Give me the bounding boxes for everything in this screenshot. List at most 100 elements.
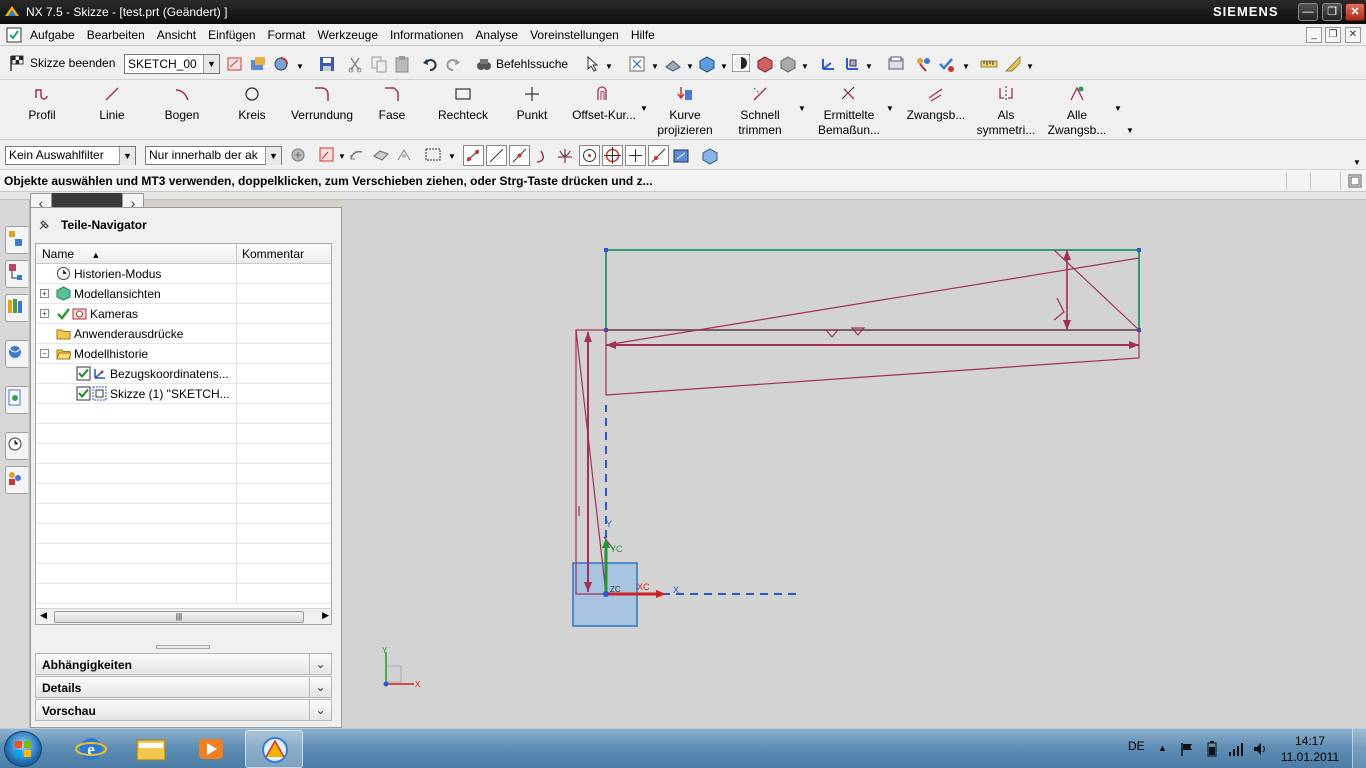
- selection-icon[interactable]: [584, 55, 602, 73]
- expand-icon[interactable]: +: [40, 289, 49, 298]
- fit-view-icon[interactable]: [628, 55, 646, 73]
- rectangle-vertex[interactable]: [604, 248, 608, 252]
- chevron-down-icon[interactable]: ▼: [265, 147, 281, 165]
- tree-row-anwenderausdruecke[interactable]: Anwenderausdrücke: [36, 324, 331, 344]
- menu-einfuegen[interactable]: Einfügen: [202, 28, 261, 42]
- sketch-name-select[interactable]: SKETCH_00 ▼: [124, 54, 220, 74]
- dependencies-panel-header[interactable]: Abhängigkeiten ⌄: [35, 653, 332, 675]
- tree-row-kameras[interactable]: + Kameras: [36, 304, 331, 324]
- start-button[interactable]: [4, 731, 42, 767]
- snap-endpoint-button[interactable]: [463, 145, 484, 166]
- make-symmetric-button[interactable]: Als symmetri...: [972, 84, 1040, 137]
- network-signal-icon[interactable]: [1228, 741, 1244, 757]
- fase-button[interactable]: Fase: [366, 84, 418, 136]
- finish-sketch-button[interactable]: Skizze beenden: [8, 54, 115, 72]
- origin-point[interactable]: [603, 591, 609, 597]
- diagonal-leg-line[interactable]: [575, 329, 607, 595]
- sketch-canvas[interactable]: YC Y XC X ZC Y X: [342, 200, 1366, 728]
- roles-tab[interactable]: [5, 466, 28, 494]
- show-all-constraints-button[interactable]: Alle Zwangsb...: [1042, 84, 1112, 137]
- chevron-down-icon[interactable]: ▼: [1026, 62, 1034, 71]
- doc-close-button[interactable]: ✕: [1345, 27, 1361, 43]
- menu-analyse[interactable]: Analyse: [469, 28, 524, 42]
- wcs-icon[interactable]: [819, 55, 837, 73]
- menu-informationen[interactable]: Informationen: [384, 28, 469, 42]
- chevron-down-icon[interactable]: ▼: [640, 104, 648, 113]
- tree-row-modellansichten[interactable]: + Modellansichten: [36, 284, 331, 304]
- history-tab[interactable]: [5, 386, 28, 414]
- constraint-symbol[interactable]: [1053, 297, 1065, 321]
- doc-minimize-button[interactable]: _: [1306, 27, 1322, 43]
- shaded-edges-icon[interactable]: [732, 54, 750, 72]
- chevron-down-icon[interactable]: ▼: [448, 152, 456, 161]
- menu-werkzeuge[interactable]: Werkzeuge: [312, 28, 384, 42]
- volume-icon[interactable]: [1252, 741, 1268, 757]
- profil-button[interactable]: Profil: [14, 84, 70, 136]
- tree-row-skizze[interactable]: Skizze (1) "SKETCH...: [36, 384, 331, 404]
- save-icon[interactable]: [318, 55, 336, 73]
- chevron-down-icon[interactable]: ▼: [1114, 104, 1122, 113]
- chevron-down-icon[interactable]: ▼: [798, 104, 806, 113]
- menu-voreinstellungen[interactable]: Voreinstellungen: [524, 28, 625, 42]
- reset-filter-icon[interactable]: [289, 146, 307, 164]
- constraint-symbol[interactable]: [850, 327, 866, 336]
- taskbar-nx[interactable]: [245, 730, 303, 768]
- chevron-down-icon[interactable]: ▼: [962, 62, 970, 71]
- graphics-window[interactable]: YC Y XC X ZC Y X: [342, 200, 1366, 728]
- chevron-down-icon[interactable]: ⌄: [309, 699, 331, 721]
- minimize-button[interactable]: —: [1298, 3, 1318, 21]
- tree-row-modellhistorie[interactable]: − Modellhistorie: [36, 344, 331, 364]
- cut-icon[interactable]: [346, 55, 364, 73]
- splitter-handle[interactable]: [156, 645, 210, 649]
- chevron-down-icon[interactable]: ▼: [886, 104, 894, 113]
- selection-intent-icon[interactable]: [318, 146, 336, 164]
- scroll-right-icon[interactable]: ▶: [322, 610, 329, 621]
- status-toggle-icon[interactable]: [1348, 174, 1362, 188]
- snap-quadrant-button[interactable]: [602, 145, 623, 166]
- quick-trim-button[interactable]: Schnell trimmen: [728, 84, 792, 137]
- inferred-dimension-button[interactable]: Ermittelte Bemaßun...: [812, 84, 886, 137]
- snap-curve-icon[interactable]: [533, 147, 551, 165]
- select-feature-icon[interactable]: [395, 146, 413, 164]
- chevron-down-icon[interactable]: ▼: [119, 147, 135, 165]
- layer-icon[interactable]: [887, 55, 905, 73]
- chevron-down-icon[interactable]: ▼: [686, 62, 694, 71]
- chevron-down-icon[interactable]: ▼: [1353, 158, 1361, 167]
- cube-icon[interactable]: [701, 147, 719, 165]
- taskbar-explorer[interactable]: [122, 730, 180, 768]
- chevron-down-icon[interactable]: ▼: [865, 62, 873, 71]
- redo-icon[interactable]: [444, 55, 462, 73]
- menu-bearbeiten[interactable]: Bearbeiten: [81, 28, 151, 42]
- undo-icon[interactable]: [421, 55, 439, 73]
- part-navigator-tab[interactable]: [5, 260, 28, 288]
- chevron-down-icon[interactable]: ⌄: [309, 676, 331, 698]
- constraint-symbol[interactable]: [824, 329, 840, 338]
- bogen-button[interactable]: Bogen: [156, 84, 208, 136]
- chevron-down-icon[interactable]: ▼: [720, 62, 728, 71]
- chevron-down-icon[interactable]: ⌄: [309, 653, 331, 675]
- horizontal-arm-outline[interactable]: [605, 329, 1140, 396]
- checkbox-checked-icon[interactable]: [76, 386, 91, 401]
- checkbox-checked-icon[interactable]: [76, 366, 91, 381]
- reuse-library-tab[interactable]: [5, 294, 28, 322]
- copy-icon[interactable]: [370, 55, 388, 73]
- chevron-down-icon[interactable]: ▼: [605, 62, 613, 71]
- pin-icon[interactable]: [37, 218, 51, 232]
- selection-scope-select[interactable]: Nur innerhalb der ak ▼: [145, 146, 282, 165]
- toolbar-options-icon[interactable]: ▼: [1126, 126, 1134, 135]
- expand-icon[interactable]: +: [40, 309, 49, 318]
- menu-hilfe[interactable]: Hilfe: [625, 28, 661, 42]
- constraints-button[interactable]: Zwangsb...: [902, 84, 970, 136]
- preview-panel-header[interactable]: Vorschau ⌄: [35, 699, 332, 721]
- web-browser-tab[interactable]: [5, 340, 28, 368]
- close-button[interactable]: ✕: [1345, 3, 1365, 21]
- chevron-down-icon[interactable]: ▼: [801, 62, 809, 71]
- show-desktop-button[interactable]: [1352, 729, 1366, 768]
- horizontal-scrollbar[interactable]: ◀ ||| ▶: [36, 608, 331, 624]
- update-model-icon[interactable]: [272, 55, 290, 73]
- maximize-button[interactable]: ❐: [1322, 3, 1342, 21]
- snap-intersection-icon[interactable]: [556, 147, 574, 165]
- measure-icon[interactable]: [980, 55, 998, 73]
- check-icon[interactable]: [937, 55, 955, 73]
- menu-aufgabe[interactable]: Aufgabe: [24, 28, 81, 42]
